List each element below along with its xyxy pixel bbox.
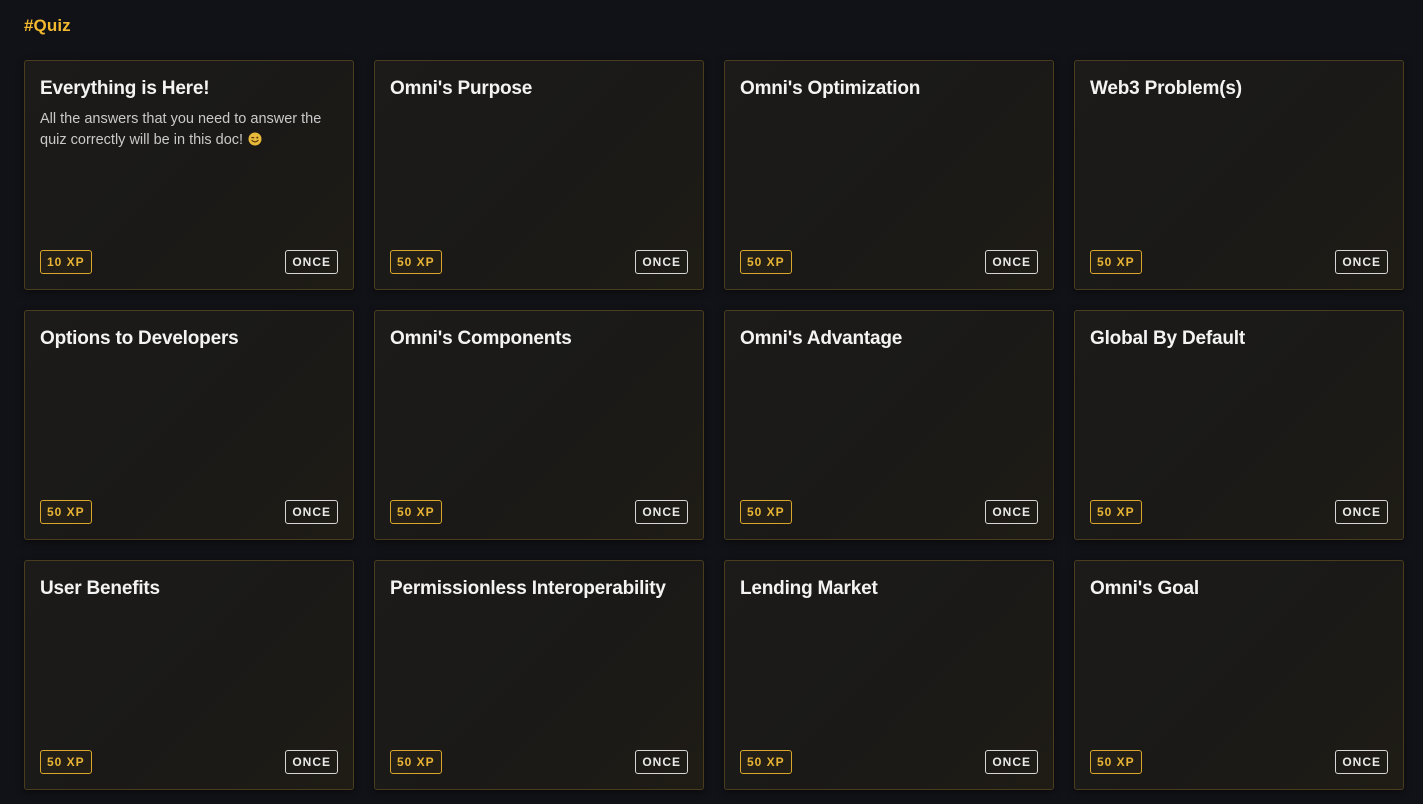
quest-card[interactable]: Global By Default 50 XP ONCE [1074, 310, 1404, 540]
frequency-badge: ONCE [1335, 500, 1388, 524]
frequency-badge: ONCE [985, 250, 1038, 274]
quest-title: Omni's Advantage [740, 328, 903, 349]
xp-badge: 50 XP [40, 750, 92, 774]
quiz-page: #Quiz Everything is Here! All the answer… [0, 0, 1423, 804]
quest-card[interactable]: Web3 Problem(s) 50 XP ONCE [1074, 60, 1404, 290]
quest-card[interactable]: Permissionless Interoperability 50 XP ON… [374, 560, 704, 790]
xp-badge: 50 XP [40, 500, 92, 524]
quest-title: Web3 Problem(s) [1090, 78, 1242, 99]
xp-badge: 50 XP [1090, 500, 1142, 524]
frequency-badge: ONCE [285, 750, 338, 774]
quest-card[interactable]: Omni's Components 50 XP ONCE [374, 310, 704, 540]
xp-badge: 50 XP [740, 500, 792, 524]
frequency-badge: ONCE [985, 750, 1038, 774]
quest-title: Permissionless Interoperability [390, 578, 666, 599]
xp-badge: 10 XP [40, 250, 92, 274]
quest-title: Global By Default [1090, 328, 1245, 349]
frequency-badge: ONCE [1335, 250, 1388, 274]
xp-badge: 50 XP [1090, 750, 1142, 774]
xp-badge: 50 XP [740, 250, 792, 274]
quest-card[interactable]: User Benefits 50 XP ONCE [24, 560, 354, 790]
quest-title: Omni's Goal [1090, 578, 1199, 599]
frequency-badge: ONCE [285, 500, 338, 524]
quest-title: Omni's Components [390, 328, 572, 349]
xp-badge: 50 XP [740, 750, 792, 774]
quest-card[interactable]: Options to Developers 50 XP ONCE [24, 310, 354, 540]
quest-card[interactable]: Everything is Here! All the answers that… [24, 60, 354, 290]
quest-title: Omni's Purpose [390, 78, 533, 99]
quest-title: Options to Developers [40, 328, 239, 349]
quest-description: All the answers that you need to answer … [40, 109, 332, 151]
quest-title: User Benefits [40, 578, 160, 599]
frequency-badge: ONCE [985, 500, 1038, 524]
frequency-badge: ONCE [635, 500, 688, 524]
quest-title: Omni's Optimization [740, 78, 921, 99]
quest-card[interactable]: Omni's Purpose 50 XP ONCE [374, 60, 704, 290]
frequency-badge: ONCE [635, 250, 688, 274]
quest-grid: Everything is Here! All the answers that… [24, 60, 1404, 790]
frequency-badge: ONCE [285, 250, 338, 274]
section-title: #Quiz [24, 16, 71, 35]
xp-badge: 50 XP [390, 250, 442, 274]
quest-card[interactable]: Lending Market 50 XP ONCE [724, 560, 1054, 790]
xp-badge: 50 XP [390, 750, 442, 774]
quest-description-text: All the answers that you need to answer … [40, 111, 322, 148]
xp-badge: 50 XP [1090, 250, 1142, 274]
quest-title: Everything is Here! [40, 78, 210, 99]
quest-title: Lending Market [740, 578, 878, 599]
xp-badge: 50 XP [390, 500, 442, 524]
frequency-badge: ONCE [635, 750, 688, 774]
frequency-badge: ONCE [1335, 750, 1388, 774]
winking-face-icon [248, 132, 262, 146]
quest-card[interactable]: Omni's Goal 50 XP ONCE [1074, 560, 1404, 790]
quest-card[interactable]: Omni's Advantage 50 XP ONCE [724, 310, 1054, 540]
quest-card[interactable]: Omni's Optimization 50 XP ONCE [724, 60, 1054, 290]
